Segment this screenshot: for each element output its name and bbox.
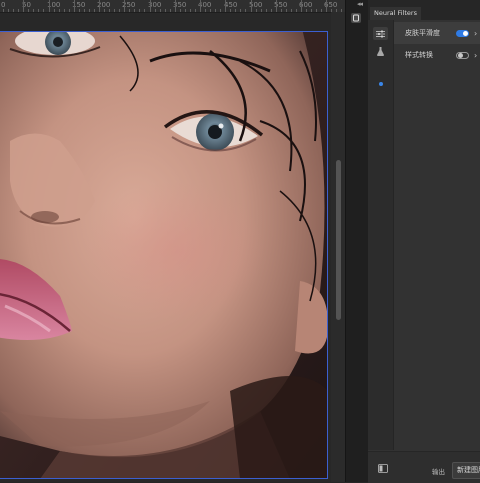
ruler-tick xyxy=(8,9,10,12)
ruler-tick xyxy=(28,9,30,12)
ruler-tick xyxy=(38,9,40,12)
ruler-tick xyxy=(194,9,196,12)
ruler-tick xyxy=(23,0,25,12)
ruler-label: 650 xyxy=(324,1,338,9)
document-canvas-area[interactable]: 0 50 100 150 200 250 300 350 400 450 500… xyxy=(0,0,345,482)
neural-filters-panel: Neural Filters 皮肤平滑度 › 样式转换 › 输出 新建图 xyxy=(368,0,480,483)
ruler-tick xyxy=(33,9,35,12)
ruler-tick xyxy=(159,9,161,12)
ruler-tick xyxy=(179,9,181,12)
ruler-label: 250 xyxy=(122,1,136,9)
ruler-tick xyxy=(114,9,116,12)
ruler-tick xyxy=(43,9,45,12)
double-chevron-icon[interactable]: ◂◂ xyxy=(357,0,363,8)
panel-footer: 输出 新建图层 xyxy=(368,451,480,483)
portrait-image xyxy=(0,31,328,479)
ruler-tick xyxy=(129,9,131,12)
chevron-right-icon[interactable]: › xyxy=(474,51,477,60)
active-indicator-dot xyxy=(379,82,383,86)
ruler-tick xyxy=(250,0,252,12)
ruler-tick xyxy=(93,9,95,12)
ruler-tick xyxy=(63,9,65,12)
ruler-tick xyxy=(109,9,111,12)
ruler-tick xyxy=(73,0,75,12)
ruler-label: 600 xyxy=(299,1,313,9)
panel-header: Neural Filters xyxy=(368,0,480,20)
ruler-tick xyxy=(149,0,151,12)
tab-neural-filters[interactable]: Neural Filters xyxy=(370,7,421,20)
ruler-tick xyxy=(311,9,313,12)
ruler-tick xyxy=(124,0,126,12)
filter-row-skin-smoothing[interactable]: 皮肤平滑度 › xyxy=(394,22,480,44)
ruler-tick xyxy=(200,0,201,12)
ruler-label: 200 xyxy=(97,1,111,9)
ruler-tick xyxy=(78,9,80,12)
ruler-tick xyxy=(301,0,302,12)
ruler-tick xyxy=(290,9,292,12)
sidebar-all-filters[interactable] xyxy=(373,27,388,40)
filter-label: 皮肤平滑度 xyxy=(405,29,440,37)
ruler-tick xyxy=(260,9,262,12)
sliders-icon xyxy=(376,29,385,38)
ruler-tick xyxy=(225,0,227,12)
ruler-tick xyxy=(235,9,237,12)
ruler-tick xyxy=(83,9,85,12)
sidebar-beta-filters[interactable] xyxy=(373,45,388,58)
ruler-tick xyxy=(134,9,136,12)
ruler-tick xyxy=(184,9,186,12)
ruler-tick xyxy=(189,9,191,12)
ruler-tick xyxy=(255,9,257,12)
ruler-tick xyxy=(119,9,121,12)
neural-filters-icon[interactable] xyxy=(350,12,362,24)
ruler-tick xyxy=(230,9,232,12)
ruler-tick xyxy=(58,9,60,12)
ruler-tick xyxy=(13,9,15,12)
style-transfer-toggle[interactable] xyxy=(456,51,469,59)
ruler-tick xyxy=(210,9,212,12)
ruler-tick xyxy=(316,9,318,12)
ruler-tick xyxy=(3,9,5,12)
ruler-tick xyxy=(215,9,217,12)
ruler-tick xyxy=(18,9,20,12)
ruler-tick xyxy=(270,9,272,12)
ruler-tick xyxy=(295,9,297,12)
horizontal-ruler: 0 50 100 150 200 250 300 350 400 450 500… xyxy=(0,0,345,13)
ruler-tick xyxy=(306,9,308,12)
skin-smoothing-toggle[interactable] xyxy=(456,29,469,37)
filter-label: 样式转换 xyxy=(405,51,433,59)
ruler-tick xyxy=(164,9,166,12)
ruler-tick xyxy=(245,9,247,12)
ruler-tick xyxy=(88,9,90,12)
ruler-tick xyxy=(280,9,282,12)
ruler-tick xyxy=(265,9,267,12)
ruler-tick xyxy=(275,0,277,12)
ruler-tick xyxy=(154,9,156,12)
portrait-photo[interactable] xyxy=(0,31,328,479)
filter-category-sidebar xyxy=(368,20,394,450)
ruler-tick xyxy=(205,9,207,12)
ruler-tick xyxy=(321,9,323,12)
ruler-tick xyxy=(326,0,328,12)
ruler-tick xyxy=(144,9,146,12)
ruler-tick xyxy=(53,9,55,12)
ruler-tick xyxy=(220,9,222,12)
ruler-label: 400 xyxy=(198,1,212,9)
ruler-tick xyxy=(169,9,171,12)
filter-row-style-transfer[interactable]: 样式转换 › xyxy=(394,44,480,66)
ruler-tick xyxy=(48,0,50,12)
ruler-tick xyxy=(174,0,176,12)
output-label: 输出 xyxy=(432,468,445,476)
chevron-right-icon[interactable]: › xyxy=(474,29,477,38)
ruler-tick xyxy=(104,9,106,12)
ruler-tick xyxy=(99,0,100,12)
output-select[interactable]: 新建图层 xyxy=(452,462,480,479)
panel-dock-strip xyxy=(345,0,369,482)
ruler-tick xyxy=(285,9,287,12)
layers-icon[interactable] xyxy=(378,464,388,473)
ruler-tick xyxy=(240,9,242,12)
vertical-scrollbar-thumb[interactable] xyxy=(336,160,341,320)
ruler-tick xyxy=(139,9,141,12)
ruler-tick xyxy=(68,9,70,12)
flask-icon xyxy=(377,47,384,56)
